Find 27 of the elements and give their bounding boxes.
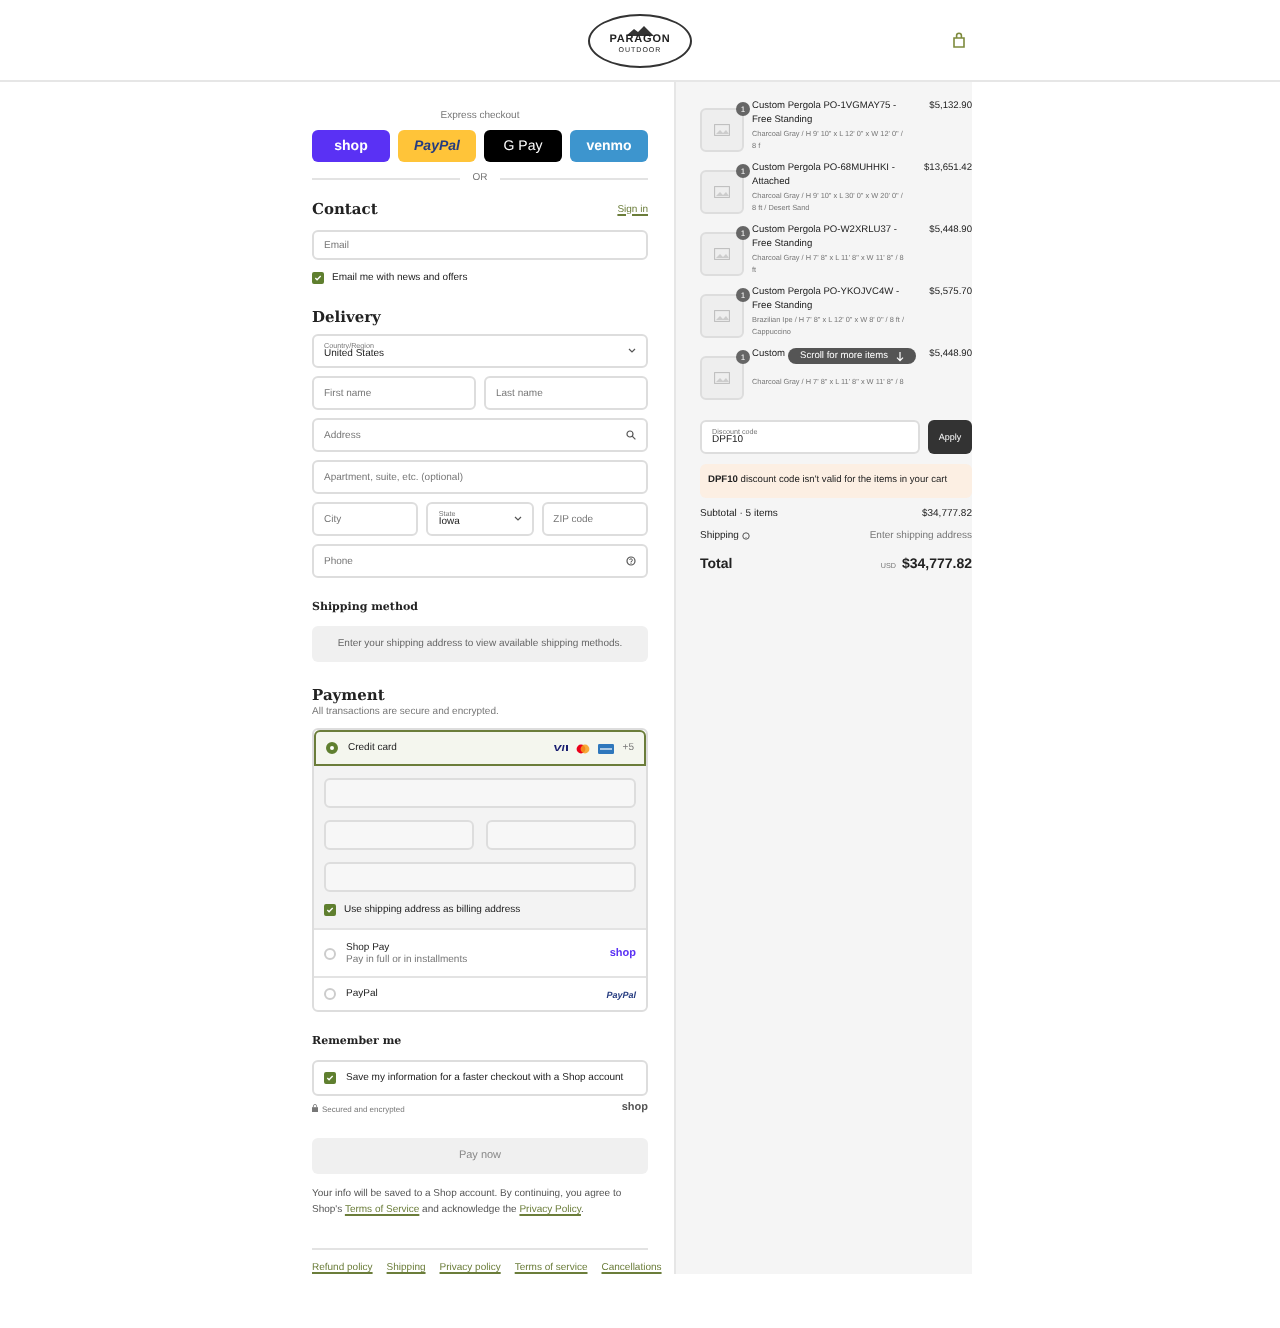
- help-icon: [742, 532, 751, 540]
- image-icon: [714, 310, 730, 322]
- checkbox[interactable]: [324, 1072, 336, 1084]
- chevron-down-icon: [628, 348, 636, 354]
- image-icon: [714, 248, 730, 260]
- checkbox[interactable]: [312, 272, 324, 284]
- card-brand-icon: [598, 743, 615, 753]
- arrow-down-icon: [895, 351, 904, 361]
- help-icon: [626, 556, 636, 566]
- lock-icon: [312, 1104, 318, 1112]
- radio-button[interactable]: [324, 988, 336, 1000]
- image-icon: [714, 372, 730, 384]
- mountain-icon: [626, 25, 654, 36]
- image-icon: [714, 186, 730, 198]
- image-icon: [714, 124, 730, 136]
- radio-button[interactable]: [324, 947, 336, 959]
- card-field[interactable]: [486, 820, 636, 850]
- chevron-down-icon: [513, 516, 522, 522]
- card-brand-icon: [552, 744, 569, 752]
- card-field[interactable]: [324, 778, 636, 808]
- radio-button[interactable]: [326, 742, 338, 754]
- checkbox[interactable]: [324, 904, 336, 916]
- card-field[interactable]: [324, 862, 636, 892]
- search-icon: [626, 430, 636, 440]
- card-brand-icon: [576, 743, 591, 753]
- bag-icon[interactable]: [952, 32, 966, 48]
- card-field[interactable]: [324, 820, 474, 850]
